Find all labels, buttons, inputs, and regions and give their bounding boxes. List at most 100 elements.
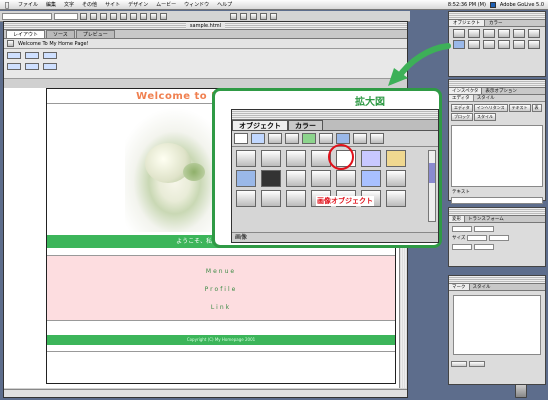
menu-special[interactable]: その他 [78,0,101,10]
font-select[interactable] [2,12,52,20]
quicktime-icon[interactable] [453,40,465,49]
plugin-icon[interactable] [361,150,381,167]
x-field[interactable] [452,226,472,232]
image-object-icon[interactable] [453,29,465,38]
menu-file[interactable]: ファイル [14,0,42,10]
category-site-icon[interactable] [302,133,316,144]
tab-transform[interactable]: 変形 [449,216,465,222]
layout-text-box-icon[interactable] [261,150,281,167]
smart-object-icon[interactable] [528,29,540,38]
tab-css-style[interactable]: スタイル [470,284,494,290]
layer-object-icon[interactable] [483,29,495,38]
quicktime-object-icon[interactable] [236,170,256,187]
list-icon[interactable] [130,12,137,20]
category-custom-icon[interactable] [353,133,367,144]
h-field[interactable] [489,235,510,241]
category-forms-icon[interactable] [268,133,282,144]
color-icon[interactable] [160,12,167,20]
zoom-tab-color[interactable]: カラー [288,120,323,130]
zoom-palette-titlebar[interactable] [232,110,438,120]
trash-icon[interactable] [515,384,527,398]
head-item-icon[interactable] [25,63,39,70]
zoom-scrollbar[interactable] [428,150,436,222]
menu-design[interactable]: デザイン [124,0,152,10]
zoom-tab-objects[interactable]: オブジェクト [232,120,288,130]
tab-source[interactable]: ソース [46,30,75,38]
link-profile[interactable]: Profile [47,286,395,293]
z-field[interactable] [452,244,472,250]
align-right-icon[interactable] [120,12,127,20]
javascript-icon[interactable] [286,170,306,187]
align-left-icon[interactable] [100,12,107,20]
transform-titlebar[interactable] [449,208,545,216]
table-button[interactable]: 表 [531,104,542,112]
arrow-object-icon[interactable] [386,170,406,187]
tab-layout[interactable]: レイアウト [6,30,46,38]
layout-grid-icon[interactable] [236,150,256,167]
tab-preview[interactable]: プレビュー [75,30,115,38]
refresh-icon[interactable] [270,12,277,20]
size-select[interactable] [54,12,78,20]
editor-button[interactable]: エディタ [451,104,473,112]
category-head-icon[interactable] [285,133,299,144]
inspector-text-field[interactable] [451,197,543,204]
zoom-scroll-thumb[interactable] [429,163,435,183]
anchor-icon[interactable] [528,40,540,49]
grid-object-icon[interactable] [498,29,510,38]
app-name[interactable]: Adobe GoLive 5.0 [500,2,544,8]
menu-movie[interactable]: ムービー [152,0,180,10]
align-center-icon[interactable] [110,12,117,20]
line-icon[interactable] [498,40,510,49]
category-basic-icon[interactable] [234,133,248,144]
palette-tab-objects[interactable]: オブジェクト [449,20,485,26]
head-item-icon[interactable] [7,63,21,70]
menu-window[interactable]: ウィンドウ [180,0,213,10]
inspector-list[interactable] [451,125,543,187]
apple-menu-icon[interactable]:  [0,0,14,10]
plugin-object-icon[interactable] [513,29,525,38]
comment-icon[interactable] [513,40,525,49]
palette-titlebar[interactable] [449,12,545,20]
browser-icon[interactable] [260,12,267,20]
category-quicktime-icon[interactable] [336,133,350,144]
floating-box-icon[interactable] [286,150,306,167]
tab-inspector[interactable]: インスペクタ [449,88,483,94]
depth-field[interactable] [474,244,494,250]
line-object-icon[interactable] [311,170,331,187]
ssi-object-icon[interactable] [386,190,406,207]
inheritance-button[interactable]: インヘリタンス [473,104,508,112]
link-icon[interactable] [230,12,237,20]
indent-icon[interactable] [140,12,147,20]
bold-icon[interactable] [80,12,87,20]
head-item-icon[interactable] [43,52,57,59]
palette-tab-color[interactable]: カラー [485,20,507,26]
table-object-icon[interactable] [468,29,480,38]
style-button[interactable]: スタイル [474,113,496,121]
tab-transform-2[interactable]: トランスフォーム [465,216,507,222]
category-more-icon[interactable] [370,133,384,144]
tab-view-options[interactable]: 表示オプション [482,88,520,94]
link-link[interactable]: Link [47,304,395,311]
inspector-titlebar[interactable] [449,80,545,88]
category-extras-icon[interactable] [319,133,333,144]
java-applet-icon[interactable] [386,150,406,167]
css-add-button[interactable] [451,361,467,367]
footer-text[interactable]: Copyright (C) My Homepage 2001 [187,337,255,342]
head-item-icon[interactable] [7,52,21,59]
comment-object-icon[interactable] [286,190,306,207]
category-smart-icon[interactable] [251,133,265,144]
css-remove-button[interactable] [469,361,485,367]
menu-help[interactable]: ヘルプ [213,0,236,10]
y-field[interactable] [474,226,494,232]
html-object-icon[interactable] [261,190,281,207]
subtab-style[interactable]: スタイル [474,95,498,101]
menu-site[interactable]: サイト [101,0,124,10]
blue-object-icon[interactable] [361,170,381,187]
menu-edit[interactable]: 編集 [42,0,60,10]
spacer-icon[interactable] [336,170,356,187]
link-menue[interactable]: Menue [47,268,395,275]
css-list[interactable] [453,295,541,355]
text-button[interactable]: テキスト [508,104,531,112]
menu-text[interactable]: 文字 [60,0,78,10]
page-title-text[interactable]: Welcome To My Home Page! [18,41,89,47]
